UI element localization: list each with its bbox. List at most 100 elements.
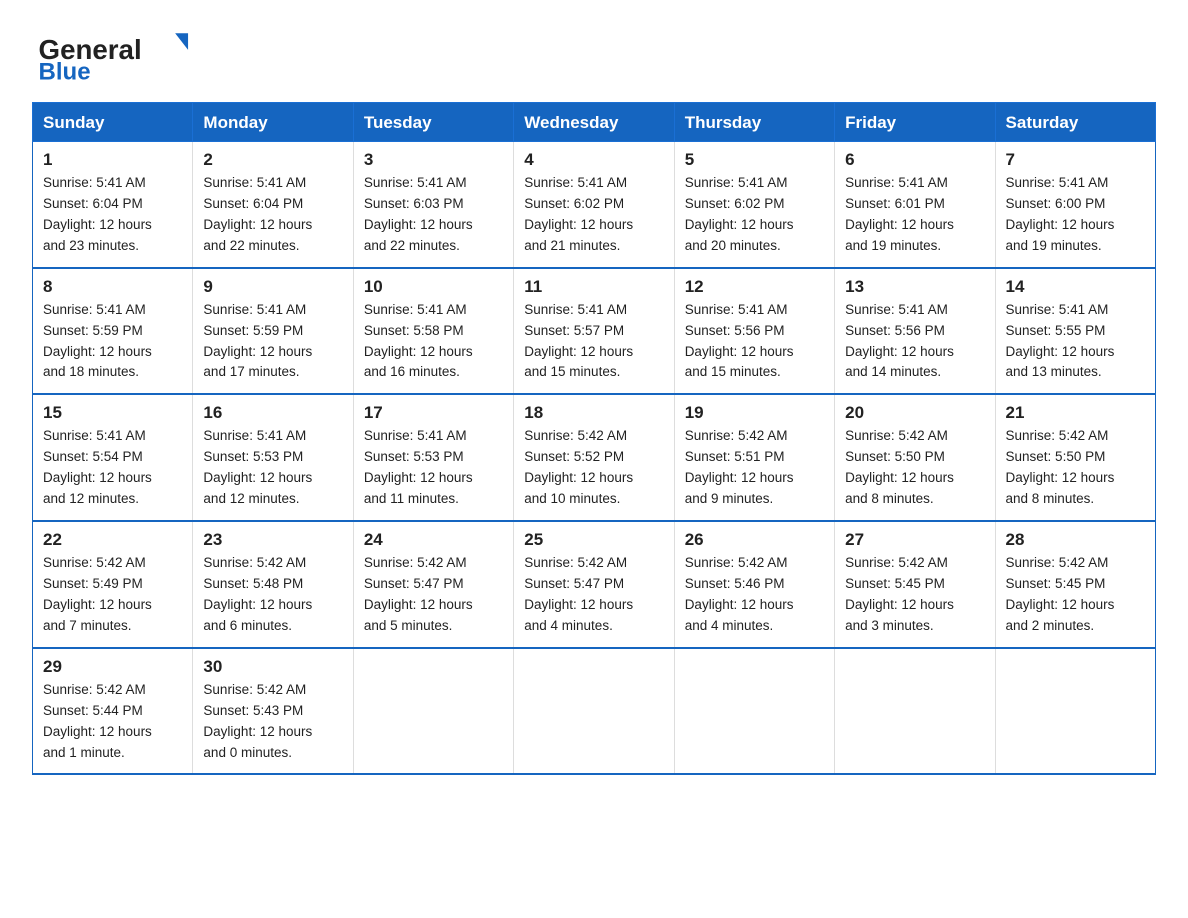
- day-number: 16: [203, 403, 342, 423]
- day-info: Sunrise: 5:42 AMSunset: 5:47 PMDaylight:…: [524, 555, 633, 633]
- calendar-cell: 18Sunrise: 5:42 AMSunset: 5:52 PMDayligh…: [514, 394, 674, 521]
- calendar-cell: 16 Sunrise: 5:41 AMSunset: 5:53 PMDayligh…: [193, 394, 353, 521]
- calendar-cell: 7 Sunrise: 5:41 AMSunset: 6:00 PMDaylight…: [995, 142, 1155, 268]
- day-number: 8: [43, 277, 182, 297]
- day-number: 13: [845, 277, 984, 297]
- day-number: 27: [845, 530, 984, 550]
- day-number: 22: [43, 530, 182, 550]
- col-header-thursday: Thursday: [674, 103, 834, 142]
- day-info: Sunrise: 5:42 AMSunset: 5:45 PMDaylight:…: [845, 555, 954, 633]
- calendar-cell: [514, 648, 674, 775]
- day-info: Sunrise: 5:41 AMSunset: 6:02 PMDaylight:…: [685, 175, 794, 253]
- calendar-cell: 13 Sunrise: 5:41 AMSunset: 5:56 PMDayligh…: [835, 268, 995, 395]
- day-number: 29: [43, 657, 182, 677]
- day-info: Sunrise: 5:42 AMSunset: 5:48 PMDaylight:…: [203, 555, 312, 633]
- calendar-week-row: 8 Sunrise: 5:41 AMSunset: 5:59 PMDaylight…: [33, 268, 1156, 395]
- calendar-cell: 19 Sunrise: 5:42 AMSunset: 5:51 PMDayligh…: [674, 394, 834, 521]
- day-number: 9: [203, 277, 342, 297]
- day-number: 4: [524, 150, 663, 170]
- day-info: Sunrise: 5:42 AMSunset: 5:45 PMDaylight:…: [1006, 555, 1115, 633]
- day-number: 14: [1006, 277, 1145, 297]
- day-info: Sunrise: 5:41 AMSunset: 5:53 PMDaylight:…: [364, 428, 473, 506]
- day-info: Sunrise: 5:41 AMSunset: 5:56 PMDaylight:…: [685, 302, 794, 380]
- calendar-cell: 10 Sunrise: 5:41 AMSunset: 5:58 PMDayligh…: [353, 268, 513, 395]
- day-info: Sunrise: 5:42 AMSunset: 5:47 PMDaylight:…: [364, 555, 473, 633]
- calendar-week-row: 22 Sunrise: 5:42 AMSunset: 5:49 PMDayligh…: [33, 521, 1156, 648]
- calendar-week-row: 29 Sunrise: 5:42 AMSunset: 5:44 PMDayligh…: [33, 648, 1156, 775]
- calendar-cell: 15Sunrise: 5:41 AMSunset: 5:54 PMDayligh…: [33, 394, 193, 521]
- calendar-cell: 11 Sunrise: 5:41 AMSunset: 5:57 PMDayligh…: [514, 268, 674, 395]
- calendar-cell: 20 Sunrise: 5:42 AMSunset: 5:50 PMDayligh…: [835, 394, 995, 521]
- day-info: Sunrise: 5:41 AMSunset: 5:59 PMDaylight:…: [43, 302, 152, 380]
- day-number: 10: [364, 277, 503, 297]
- day-info: Sunrise: 5:41 AMSunset: 5:59 PMDaylight:…: [203, 302, 312, 380]
- day-info: Sunrise: 5:41 AMSunset: 6:04 PMDaylight:…: [43, 175, 152, 253]
- day-info: Sunrise: 5:41 AMSunset: 5:56 PMDaylight:…: [845, 302, 954, 380]
- calendar-cell: [995, 648, 1155, 775]
- col-header-tuesday: Tuesday: [353, 103, 513, 142]
- day-info: Sunrise: 5:42 AMSunset: 5:49 PMDaylight:…: [43, 555, 152, 633]
- calendar-cell: 26Sunrise: 5:42 AMSunset: 5:46 PMDayligh…: [674, 521, 834, 648]
- calendar-cell: 6 Sunrise: 5:41 AMSunset: 6:01 PMDaylight…: [835, 142, 995, 268]
- calendar-cell: 9 Sunrise: 5:41 AMSunset: 5:59 PMDaylight…: [193, 268, 353, 395]
- calendar-table: SundayMondayTuesdayWednesdayThursdayFrid…: [32, 102, 1156, 775]
- day-number: 28: [1006, 530, 1145, 550]
- col-header-wednesday: Wednesday: [514, 103, 674, 142]
- calendar-cell: 4 Sunrise: 5:41 AMSunset: 6:02 PMDaylight…: [514, 142, 674, 268]
- day-number: 5: [685, 150, 824, 170]
- calendar-header-row: SundayMondayTuesdayWednesdayThursdayFrid…: [33, 103, 1156, 142]
- calendar-week-row: 15Sunrise: 5:41 AMSunset: 5:54 PMDayligh…: [33, 394, 1156, 521]
- day-number: 15: [43, 403, 182, 423]
- day-info: Sunrise: 5:41 AMSunset: 6:00 PMDaylight:…: [1006, 175, 1115, 253]
- day-info: Sunrise: 5:41 AMSunset: 6:01 PMDaylight:…: [845, 175, 954, 253]
- day-number: 1: [43, 150, 182, 170]
- day-number: 24: [364, 530, 503, 550]
- page-header: General Blue: [32, 24, 1156, 84]
- day-number: 23: [203, 530, 342, 550]
- col-header-saturday: Saturday: [995, 103, 1155, 142]
- calendar-cell: 25 Sunrise: 5:42 AMSunset: 5:47 PMDayligh…: [514, 521, 674, 648]
- day-number: 11: [524, 277, 663, 297]
- calendar-cell: [674, 648, 834, 775]
- day-number: 25: [524, 530, 663, 550]
- calendar-cell: 23 Sunrise: 5:42 AMSunset: 5:48 PMDayligh…: [193, 521, 353, 648]
- calendar-cell: 3 Sunrise: 5:41 AMSunset: 6:03 PMDaylight…: [353, 142, 513, 268]
- logo: General Blue: [32, 24, 202, 84]
- col-header-monday: Monday: [193, 103, 353, 142]
- svg-text:Blue: Blue: [39, 58, 91, 84]
- calendar-cell: 21 Sunrise: 5:42 AMSunset: 5:50 PMDayligh…: [995, 394, 1155, 521]
- day-info: Sunrise: 5:41 AMSunset: 5:58 PMDaylight:…: [364, 302, 473, 380]
- day-number: 6: [845, 150, 984, 170]
- calendar-cell: 28 Sunrise: 5:42 AMSunset: 5:45 PMDayligh…: [995, 521, 1155, 648]
- day-number: 17: [364, 403, 503, 423]
- day-number: 21: [1006, 403, 1145, 423]
- calendar-cell: [353, 648, 513, 775]
- day-info: Sunrise: 5:41 AMSunset: 6:04 PMDaylight:…: [203, 175, 312, 253]
- day-info: Sunrise: 5:41 AMSunset: 5:57 PMDaylight:…: [524, 302, 633, 380]
- day-info: Sunrise: 5:42 AMSunset: 5:51 PMDaylight:…: [685, 428, 794, 506]
- day-number: 26: [685, 530, 824, 550]
- day-info: Sunrise: 5:41 AMSunset: 6:02 PMDaylight:…: [524, 175, 633, 253]
- day-number: 18: [524, 403, 663, 423]
- calendar-cell: 14 Sunrise: 5:41 AMSunset: 5:55 PMDayligh…: [995, 268, 1155, 395]
- day-number: 2: [203, 150, 342, 170]
- day-number: 7: [1006, 150, 1145, 170]
- day-info: Sunrise: 5:41 AMSunset: 5:53 PMDaylight:…: [203, 428, 312, 506]
- calendar-cell: 29 Sunrise: 5:42 AMSunset: 5:44 PMDayligh…: [33, 648, 193, 775]
- day-number: 20: [845, 403, 984, 423]
- day-info: Sunrise: 5:41 AMSunset: 5:55 PMDaylight:…: [1006, 302, 1115, 380]
- day-number: 3: [364, 150, 503, 170]
- calendar-cell: 12Sunrise: 5:41 AMSunset: 5:56 PMDayligh…: [674, 268, 834, 395]
- calendar-cell: 24 Sunrise: 5:42 AMSunset: 5:47 PMDayligh…: [353, 521, 513, 648]
- calendar-cell: 30 Sunrise: 5:42 AMSunset: 5:43 PMDayligh…: [193, 648, 353, 775]
- day-number: 19: [685, 403, 824, 423]
- day-info: Sunrise: 5:42 AMSunset: 5:50 PMDaylight:…: [1006, 428, 1115, 506]
- calendar-cell: 17 Sunrise: 5:41 AMSunset: 5:53 PMDayligh…: [353, 394, 513, 521]
- day-info: Sunrise: 5:42 AMSunset: 5:50 PMDaylight:…: [845, 428, 954, 506]
- day-info: Sunrise: 5:42 AMSunset: 5:43 PMDaylight:…: [203, 682, 312, 760]
- calendar-cell: 22 Sunrise: 5:42 AMSunset: 5:49 PMDayligh…: [33, 521, 193, 648]
- col-header-friday: Friday: [835, 103, 995, 142]
- day-info: Sunrise: 5:41 AMSunset: 6:03 PMDaylight:…: [364, 175, 473, 253]
- day-number: 30: [203, 657, 342, 677]
- day-info: Sunrise: 5:42 AMSunset: 5:44 PMDaylight:…: [43, 682, 152, 760]
